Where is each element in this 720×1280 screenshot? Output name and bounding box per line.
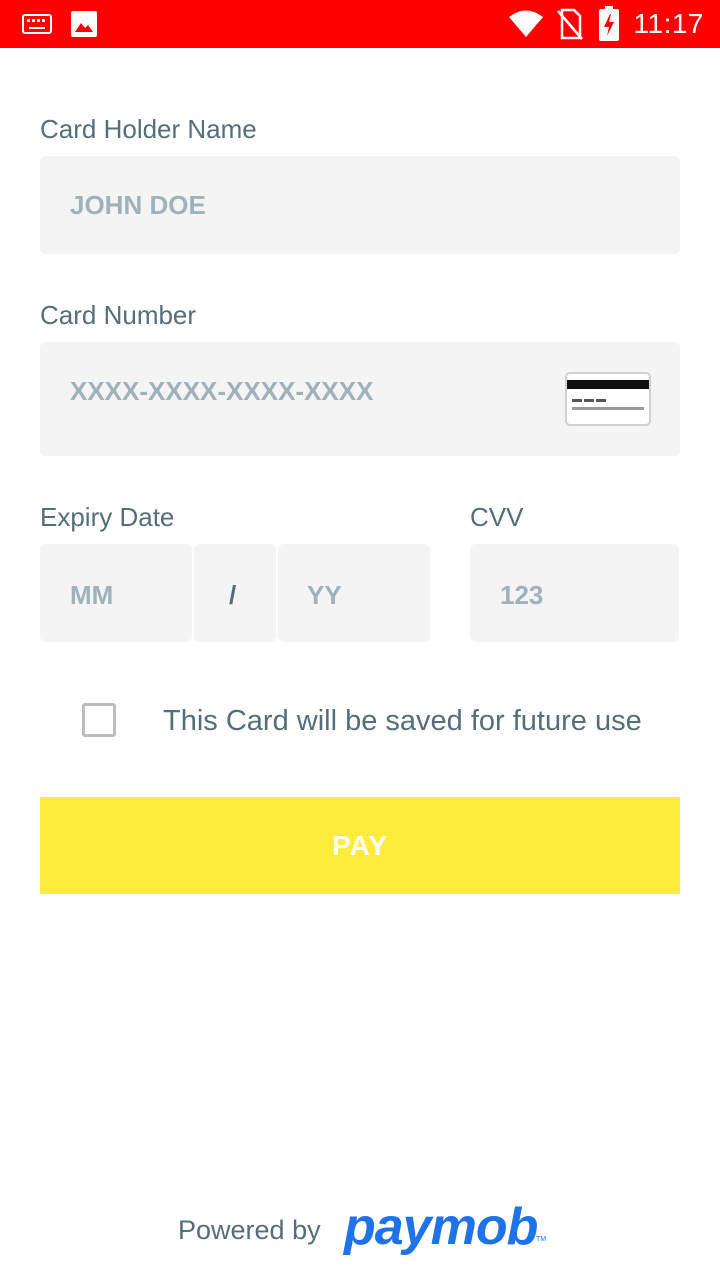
- battery-charging-icon: [599, 6, 619, 41]
- paymob-logo-tm: TM: [536, 1236, 547, 1243]
- cvv-placeholder: 123: [500, 580, 544, 610]
- status-time: 11:17: [633, 8, 704, 39]
- expiry-date-label: Expiry Date: [40, 502, 175, 532]
- card-holder-name-input[interactable]: JOHN DOE: [40, 156, 680, 254]
- expiry-separator-box: /: [194, 544, 276, 642]
- card-number-input[interactable]: XXXX-XXXX-XXXX-XXXX: [40, 342, 680, 456]
- save-card-label[interactable]: This Card will be saved for future use: [163, 703, 642, 739]
- keyboard-icon: [22, 14, 52, 34]
- card-holder-name-label: Card Holder Name: [40, 114, 257, 144]
- cvv-label: CVV: [470, 502, 524, 532]
- card-number-placeholder: XXXX-XXXX-XXXX-XXXX: [70, 376, 374, 406]
- expiry-year-placeholder: YY: [307, 580, 342, 610]
- credit-card-icon: [565, 372, 651, 426]
- card-number-label: Card Number: [40, 300, 197, 330]
- no-sim-icon: [557, 8, 583, 40]
- expiry-year-input[interactable]: YY: [278, 544, 430, 642]
- image-icon: [71, 11, 97, 37]
- wifi-icon: [509, 10, 543, 37]
- save-card-checkbox[interactable]: [82, 703, 116, 737]
- card-holder-name-placeholder: JOHN DOE: [70, 190, 206, 220]
- pay-button[interactable]: PAY: [40, 797, 680, 894]
- expiry-month-input[interactable]: MM: [40, 544, 192, 642]
- cvv-input[interactable]: 123: [470, 544, 679, 642]
- powered-by-label: Powered by: [178, 1215, 321, 1245]
- status-bar: 11:17: [0, 0, 720, 48]
- expiry-month-placeholder: MM: [70, 580, 114, 610]
- paymob-logo: paymob TM: [344, 1196, 547, 1258]
- paymob-logo-text: paymob: [344, 1198, 538, 1256]
- expiry-separator: /: [229, 580, 237, 610]
